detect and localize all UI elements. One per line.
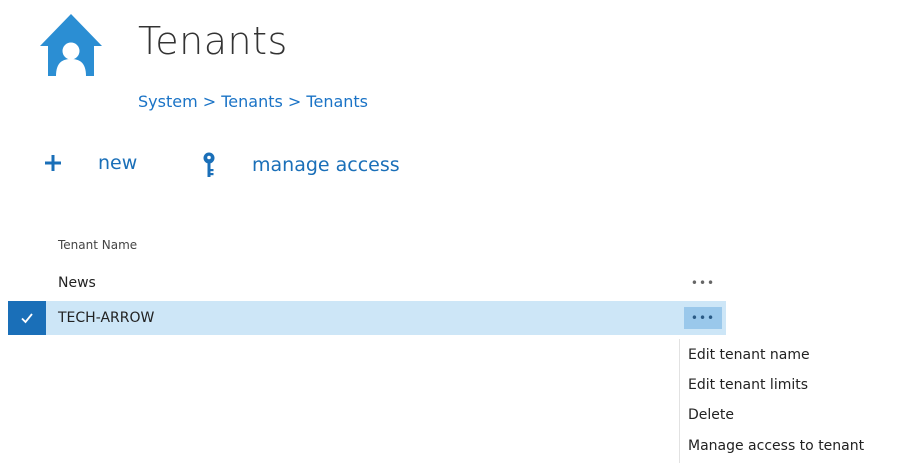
manage-access-button[interactable]: manage access [202,152,400,178]
menu-item-delete[interactable]: Delete [688,407,734,423]
tenant-name-cell: News [58,275,96,291]
checkmark-icon [20,309,34,328]
manage-access-label: manage access [252,154,400,176]
more-options-icon[interactable]: ••• [684,307,722,329]
breadcrumb[interactable]: System > Tenants > Tenants [138,92,368,111]
key-icon [202,152,216,178]
menu-item-edit-tenant-limits[interactable]: Edit tenant limits [688,377,808,393]
menu-item-manage-access-to-tenant[interactable]: Manage access to tenant [688,438,864,454]
new-button[interactable]: new [42,152,137,174]
more-options-icon[interactable]: ••• [684,272,722,294]
context-menu: Edit tenant name Edit tenant limits Dele… [679,339,907,463]
tenant-name-cell: TECH-ARROW [58,310,155,326]
home-icon [38,12,104,78]
table-row[interactable]: News ••• [8,266,726,300]
row-checkbox[interactable] [8,301,46,335]
table-row-selected[interactable]: TECH-ARROW ••• [8,301,726,335]
plus-icon [42,152,64,174]
new-label: new [98,152,138,174]
menu-item-edit-tenant-name[interactable]: Edit tenant name [688,347,810,363]
page-title: Tenants [138,19,288,63]
column-header-tenant-name[interactable]: Tenant Name [58,238,137,252]
